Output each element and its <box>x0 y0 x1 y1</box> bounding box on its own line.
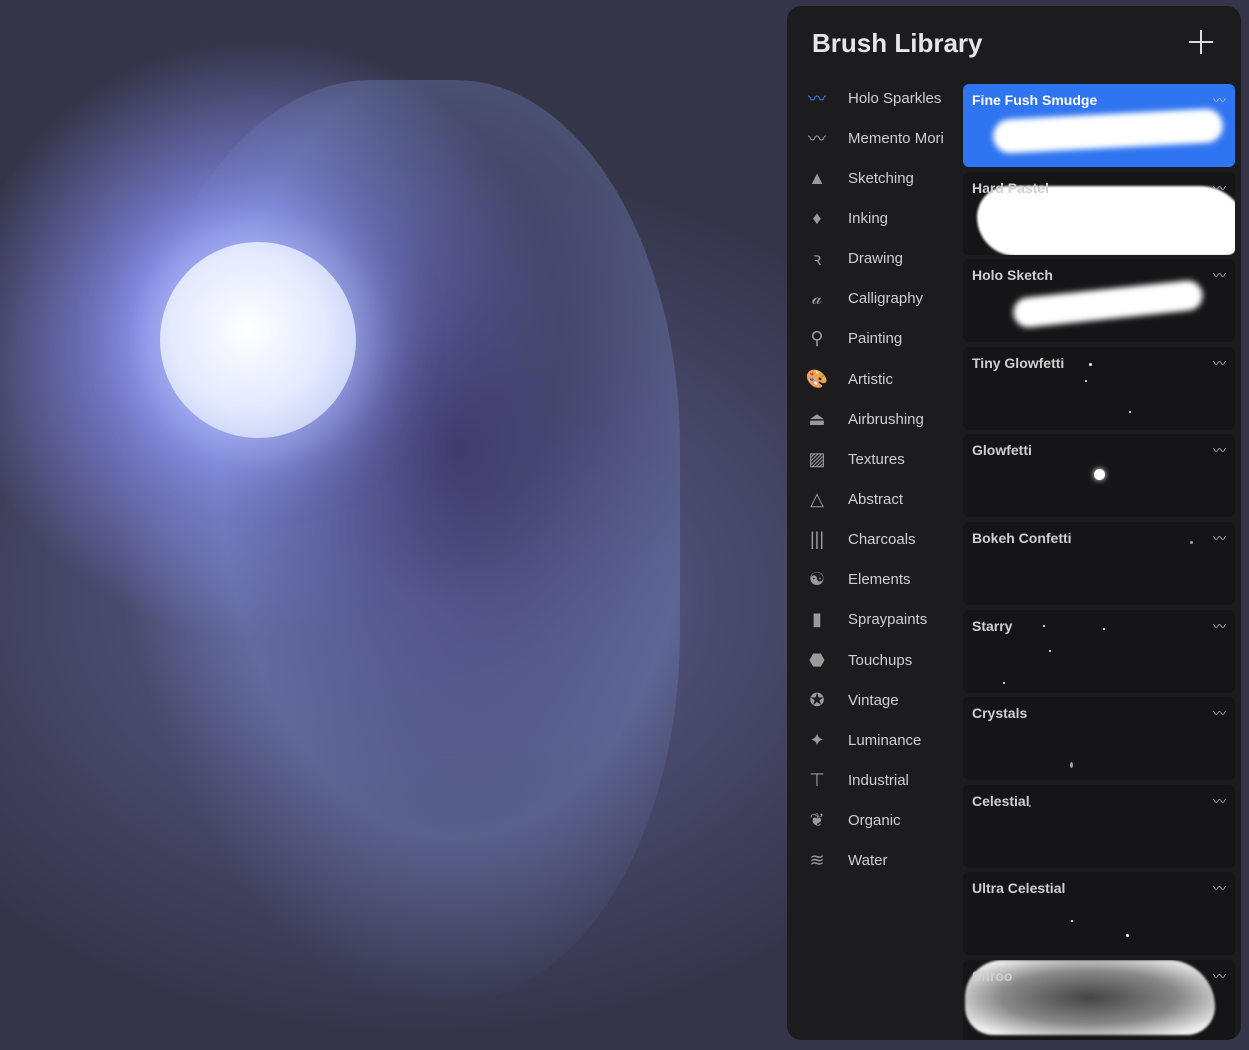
texture-icon: ▨ <box>808 448 826 469</box>
waves-icon: ≋ <box>809 850 825 871</box>
brush-stroke-icon: 〰 <box>1212 268 1226 284</box>
category-label: Sketching <box>848 169 914 187</box>
category-textures[interactable]: ▨ Textures <box>802 439 962 479</box>
brush-stroke-icon: 〰 <box>808 89 826 109</box>
brush-stroke-icon: 〰 <box>1212 531 1226 546</box>
category-label: Vintage <box>848 691 899 709</box>
brush-stroke-icon: 〰 <box>1212 93 1226 108</box>
category-holo-sparkles[interactable]: 〰 Holo Sparkles <box>802 78 962 118</box>
category-memento-mori[interactable]: 〰 Memento Mori <box>802 118 962 158</box>
category-label: Memento Mori <box>848 129 944 147</box>
category-painting[interactable]: ⚲ Painting <box>802 319 962 359</box>
category-label: Spraypaints <box>848 611 928 629</box>
category-vintage[interactable]: ✪ Vintage <box>802 680 962 720</box>
category-label: Inking <box>848 209 889 227</box>
category-label: Holo Sparkles <box>848 89 942 107</box>
category-elements[interactable]: ☯ Elements <box>802 560 962 600</box>
touchup-icon: ⬣ <box>809 649 825 670</box>
brush-card[interactable]: Fine Fush Smudge 〰 <box>963 84 1235 167</box>
category-calligraphy[interactable]: 𝒶 Calligraphy <box>802 279 962 319</box>
brush-stroke-icon: 〰 <box>1212 706 1226 722</box>
brush-stroke-icon: 〰 <box>1212 793 1226 809</box>
category-label: Calligraphy <box>848 290 924 308</box>
brush-stroke-icon: 〰 <box>1212 969 1226 984</box>
category-label: Luminance <box>848 731 922 749</box>
brush-card[interactable]: Glowfetti 〰 <box>963 434 1235 518</box>
brush-name: Fine Fush Smudge <box>972 92 1098 108</box>
brush-card[interactable]: Holo Sketch 〰 <box>963 259 1235 343</box>
palette-icon: 🎨 <box>805 368 829 389</box>
category-label: Elements <box>848 571 911 589</box>
brush-stroke-icon: 〰 <box>1212 881 1226 897</box>
brush-card[interactable]: Crystals 〰 <box>963 697 1235 781</box>
sparkle-icon: ✦ <box>809 729 825 750</box>
brush-name: Tiny Glowfetti <box>972 354 1065 371</box>
charcoal-icon: ||| <box>809 529 825 550</box>
category-label: Drawing <box>848 250 904 268</box>
pen-nib-icon: ♦ <box>812 207 822 228</box>
brush-name: Celestial <box>972 792 1030 809</box>
brush-name: Hard Pastel <box>972 179 1050 196</box>
plus-icon[interactable] <box>1187 28 1215 56</box>
category-label: Textures <box>848 450 905 468</box>
brush-name: Glowfetti <box>972 442 1032 459</box>
brush-name: Ultra Celestial <box>972 880 1066 897</box>
squiggle-icon: ꝛ <box>812 248 822 269</box>
calligraphy-a-icon: 𝒶 <box>812 288 822 309</box>
category-organic[interactable]: ❦ Organic <box>802 801 962 841</box>
leaf-icon: ❦ <box>809 810 825 831</box>
category-luminance[interactable]: ✦ Luminance <box>802 720 962 760</box>
brush-library-panel: Brush Library 〰 Holo Sparkles 〰 Memento Mor… <box>787 6 1241 1040</box>
airbrush-icon: ⏏ <box>808 408 826 429</box>
category-label: Organic <box>848 812 901 830</box>
category-label: Water <box>848 852 888 870</box>
category-sketching[interactable]: ▲ Sketching <box>802 158 962 198</box>
category-abstract[interactable]: △ Abstract <box>802 480 962 520</box>
category-drawing[interactable]: ꝛ Drawing <box>802 239 962 279</box>
paint-brush-icon: ⚲ <box>810 328 824 349</box>
brush-card[interactable]: Ultra Celestial 〰 <box>963 872 1235 956</box>
category-label: Industrial <box>848 772 909 790</box>
brush-card[interactable]: Starry 〰 <box>963 609 1235 693</box>
brush-card[interactable]: Bokeh Confetti 〰 <box>963 522 1235 605</box>
triangle-icon: △ <box>810 489 824 509</box>
anvil-icon: ⊤ <box>809 770 825 791</box>
spray-can-icon: ▮ <box>812 609 822 630</box>
brush-stroke-icon: 〰 <box>1212 618 1226 634</box>
brush-card[interactable]: Shroo 〰 <box>963 960 1235 1040</box>
category-touchups[interactable]: ⬣ Touchups <box>802 640 962 680</box>
category-inking[interactable]: ♦ Inking <box>802 198 962 238</box>
brush-name: Shroo <box>972 968 1013 984</box>
pencil-tip-icon: ▲ <box>808 167 826 188</box>
yin-yang-icon: ☯ <box>808 569 826 590</box>
brush-stroke-icon: 〰 <box>808 129 826 150</box>
brush-card[interactable]: Tiny Glowfetti 〰 <box>963 346 1235 430</box>
category-charcoals[interactable]: ||| Charcoals <box>802 520 962 560</box>
brush-card[interactable]: Celestial 〰 <box>963 784 1235 868</box>
category-label: Touchups <box>848 651 913 669</box>
brush-name: Starry <box>972 617 1013 634</box>
brush-name: Crystals <box>972 705 1028 722</box>
category-label: Artistic <box>848 370 893 388</box>
artwork-moon <box>160 242 356 438</box>
category-label: Airbrushing <box>848 410 924 428</box>
category-artistic[interactable]: 🎨 Artistic <box>802 359 962 399</box>
category-industrial[interactable]: ⊤ Industrial <box>802 761 962 801</box>
star-circle-icon: ✪ <box>809 689 825 710</box>
brush-name: Holo Sketch <box>972 267 1053 284</box>
panel-title: Brush Library <box>812 28 983 58</box>
brush-card[interactable]: Hard Pastel 〰 <box>963 171 1235 255</box>
category-label: Abstract <box>848 491 904 508</box>
category-water[interactable]: ≋ Water <box>802 841 962 881</box>
brush-stroke-icon: 〰 <box>1212 443 1226 459</box>
category-label: Charcoals <box>848 531 916 549</box>
category-label: Painting <box>848 330 903 348</box>
brush-stroke-icon: 〰 <box>1212 180 1226 196</box>
artwork-figure <box>120 80 680 1000</box>
category-airbrushing[interactable]: ⏏ Airbrushing <box>802 399 962 439</box>
brush-name: Bokeh Confetti <box>972 530 1072 546</box>
brush-stroke-icon: 〰 <box>1212 355 1226 371</box>
category-spraypaints[interactable]: ▮ Spraypaints <box>802 600 962 640</box>
